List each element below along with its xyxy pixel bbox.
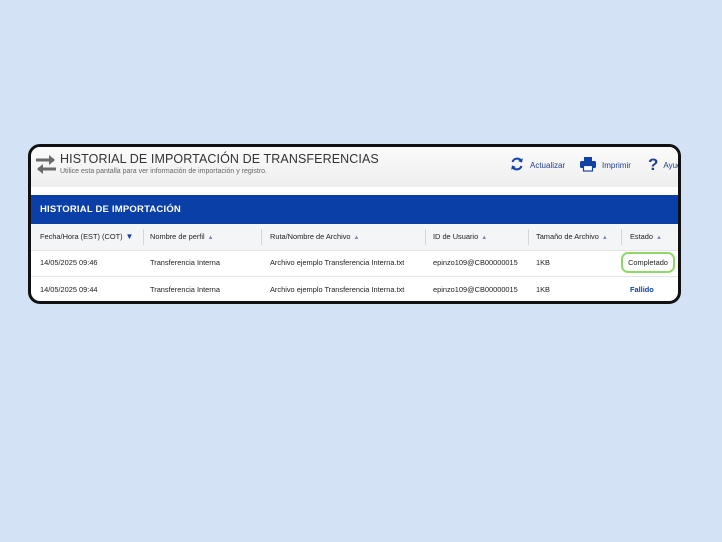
cell-file-path: Archivo ejemplo Transferencia Interna.tx… (270, 285, 405, 294)
cell-file-path: Archivo ejemplo Transferencia Interna.tx… (270, 258, 405, 267)
sort-asc-icon: ▲ (601, 235, 608, 241)
column-header-status[interactable]: Estado ▲ (630, 224, 662, 250)
column-header-label: ID de Usuario (433, 232, 479, 241)
import-history-window: HISTORIAL DE IMPORTACIÓN DE TRANSFERENCI… (28, 144, 681, 304)
printer-icon (579, 156, 597, 174)
status-link-failed[interactable]: Fallido (630, 277, 654, 301)
column-header-file-path[interactable]: Ruta/Nombre de Archivo ▲ (270, 224, 359, 250)
table-row[interactable]: 14/05/2025 09:46 Transferencia Interna A… (31, 250, 678, 277)
column-divider (621, 229, 622, 245)
column-divider (425, 229, 426, 245)
column-header-user-id[interactable]: ID de Usuario ▲ (433, 224, 487, 250)
refresh-button[interactable]: Actualizar (509, 156, 565, 174)
sort-asc-icon: ▲ (353, 235, 360, 241)
cell-file-size: 1KB (536, 285, 550, 294)
cell-file-size: 1KB (536, 258, 550, 267)
sort-asc-icon: ▲ (481, 235, 488, 241)
column-header-label: Fecha/Hora (EST) (COT) (40, 232, 123, 241)
transfer-arrows-icon (34, 152, 58, 176)
cell-datetime: 14/05/2025 09:46 (40, 258, 98, 267)
column-header-profile[interactable]: Nombre de perfil ▲ (150, 224, 214, 250)
column-header-label: Estado (630, 232, 654, 241)
column-divider (528, 229, 529, 245)
status-badge-completed: Completado (621, 252, 675, 273)
cell-datetime: 14/05/2025 09:44 (40, 285, 98, 294)
page-title: HISTORIAL DE IMPORTACIÓN DE TRANSFERENCI… (60, 152, 379, 166)
help-button[interactable]: ? Ayuda (648, 155, 678, 174)
print-button[interactable]: Imprimir (579, 156, 631, 174)
column-divider (143, 229, 144, 245)
column-header-datetime[interactable]: Fecha/Hora (EST) (COT) ▼ (40, 224, 133, 250)
sort-asc-icon: ▲ (207, 235, 214, 241)
section-header: HISTORIAL DE IMPORTACIÓN (31, 195, 678, 224)
refresh-icon (509, 156, 525, 174)
cell-profile: Transferencia Interna (150, 258, 220, 267)
help-label: Ayuda (663, 160, 678, 170)
column-header-label: Tamaño de Archivo (536, 232, 599, 241)
cell-user-id: epinzo109@CB00000015 (433, 285, 518, 294)
column-header-label: Ruta/Nombre de Archivo (270, 232, 351, 241)
page-header: HISTORIAL DE IMPORTACIÓN DE TRANSFERENCI… (31, 147, 678, 187)
sort-desc-icon: ▼ (125, 232, 134, 241)
question-icon: ? (648, 155, 659, 174)
sort-asc-icon: ▲ (656, 235, 662, 241)
table-row[interactable]: 14/05/2025 09:44 Transferencia Interna A… (31, 277, 678, 301)
table-header: Fecha/Hora (EST) (COT) ▼ Nombre de perfil… (31, 224, 678, 251)
refresh-label: Actualizar (530, 160, 566, 170)
cell-user-id: epinzo109@CB00000015 (433, 258, 518, 267)
cell-profile: Transferencia Interna (150, 285, 220, 294)
print-label: Imprimir (602, 160, 631, 170)
column-header-label: Nombre de perfil (150, 232, 205, 241)
page-subtitle: Utilice esta pantalla para ver informaci… (60, 168, 267, 175)
column-header-file-size[interactable]: Tamaño de Archivo ▲ (536, 224, 608, 250)
column-divider (261, 229, 262, 245)
